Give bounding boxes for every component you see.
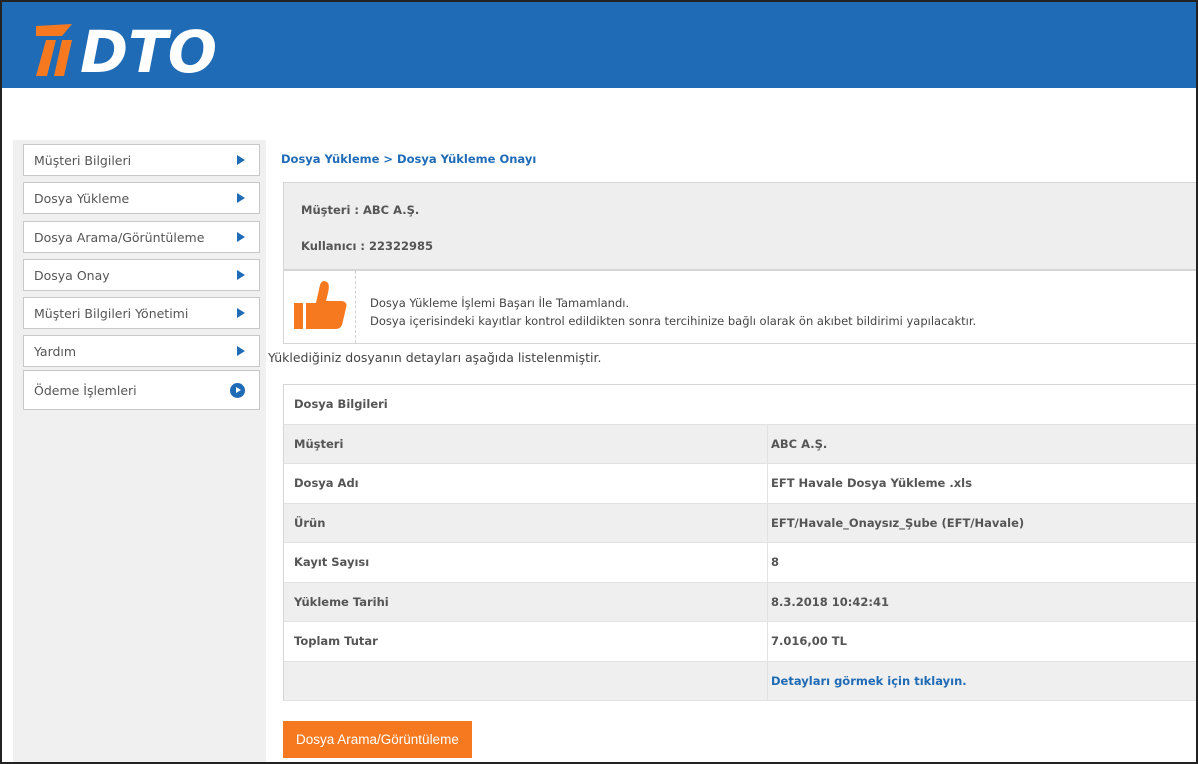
row-value: EFT Havale Dosya Yükleme .xls (771, 476, 972, 491)
sidebar-item-dosya-onay[interactable]: Dosya Onay (23, 259, 260, 291)
app-window: DTO Müşteri Bilgileri Dosya Yükleme Dosy… (0, 0, 1198, 764)
success-description: Dosya içerisindeki kayıtlar kontrol edil… (370, 314, 977, 328)
arrow-right-icon (237, 308, 245, 318)
table-row: Ürün EFT/Havale_Onaysız_Şube (EFT/Havale… (283, 503, 1196, 543)
top-header: DTO (2, 2, 1196, 88)
dto-logo[interactable]: DTO (32, 6, 272, 84)
sidebar-item-label: Dosya Yükleme (34, 190, 130, 206)
arrow-right-icon (237, 193, 245, 203)
table-row: Kayıt Sayısı 8 (283, 543, 1196, 583)
table-row: Müşteri ABC A.Ş. (283, 424, 1196, 464)
breadcrumb[interactable]: Dosya Yükleme > Dosya Yükleme Onayı (281, 152, 536, 166)
arrow-right-icon (237, 155, 245, 165)
thumb-cell (284, 271, 356, 343)
table-row: Yükleme Tarihi 8.3.2018 10:42:41 (283, 582, 1196, 622)
sidebar-item-label: Yardım (34, 343, 77, 359)
row-label: Kayıt Sayısı (284, 543, 768, 582)
row-label: Toplam Tutar (284, 622, 768, 661)
sidebar-nav: Müşteri Bilgileri Dosya Yükleme Dosya Ar… (13, 140, 266, 762)
arrow-right-icon (237, 270, 245, 280)
sidebar-item-musteri-bilgileri-yonetimi[interactable]: Müşteri Bilgileri Yönetimi (23, 297, 260, 329)
sidebar-item-label: Dosya Onay (34, 267, 110, 283)
sidebar-item-label: Dosya Arama/Görüntüleme (34, 229, 205, 245)
arrow-right-icon (237, 346, 245, 356)
row-value: EFT/Havale_Onaysız_Şube (EFT/Havale) (771, 515, 1025, 530)
row-value: 8 (771, 555, 780, 570)
row-label: Yükleme Tarihi (284, 582, 768, 621)
sidebar-item-dosya-arama[interactable]: Dosya Arama/Görüntüleme (23, 221, 260, 253)
table-row: Detayları görmek için tıklayın. (283, 661, 1196, 701)
row-value: 7.016,00 TL (771, 634, 847, 649)
details-note: Yüklediğiniz dosyanın detayları aşağıda … (268, 350, 602, 365)
svg-text:DTO: DTO (80, 18, 217, 84)
customer-info-box: Müşteri : ABC A.Ş. Kullanıcı : 22322985 (283, 182, 1196, 270)
arrow-right-icon (237, 232, 245, 242)
details-link[interactable]: Detayları görmek için tıklayın. (768, 674, 967, 688)
row-label: Müşteri (284, 424, 768, 463)
thumbs-up-icon (294, 281, 347, 329)
row-label: Ürün (284, 503, 768, 542)
row-label: Dosya Adı (284, 464, 768, 503)
table-row: Dosya Adı EFT Havale Dosya Yükleme .xls (283, 464, 1196, 504)
file-info-table: Dosya Bilgileri Müşteri ABC A.Ş. Dosya A… (283, 384, 1196, 701)
customer-line: Müşteri : ABC A.Ş. (301, 203, 420, 217)
sidebar-item-musteri-bilgileri[interactable]: Müşteri Bilgileri (23, 144, 260, 176)
success-title: Dosya Yükleme İşlemi Başarı İle Tamamlan… (370, 296, 630, 310)
sidebar-item-label: Müşteri Bilgileri Yönetimi (34, 305, 189, 321)
circle-arrow-icon (230, 382, 245, 398)
row-value: 8.3.2018 10:42:41 (771, 594, 889, 609)
row-value: ABC A.Ş. (771, 436, 828, 451)
success-message-box: Dosya Yükleme İşlemi Başarı İle Tamamlan… (283, 270, 1196, 344)
table-row: Toplam Tutar 7.016,00 TL (283, 622, 1196, 662)
file-search-button[interactable]: Dosya Arama/Görüntüleme (283, 721, 472, 758)
sidebar-item-odeme-islemleri[interactable]: Ödeme İşlemleri (23, 370, 260, 410)
sidebar-item-dosya-yukleme[interactable]: Dosya Yükleme (23, 182, 260, 214)
sidebar-item-label: Ödeme İşlemleri (34, 382, 137, 398)
success-text: Dosya Yükleme İşlemi Başarı İle Tamamlan… (370, 294, 976, 330)
table-header-row: Dosya Bilgileri (283, 385, 1196, 425)
table-title: Dosya Bilgileri (294, 397, 388, 412)
sidebar-item-yardim[interactable]: Yardım (23, 335, 260, 367)
sidebar-item-label: Müşteri Bilgileri (34, 152, 132, 168)
user-line: Kullanıcı : 22322985 (301, 239, 434, 253)
row-label-empty (284, 661, 768, 700)
